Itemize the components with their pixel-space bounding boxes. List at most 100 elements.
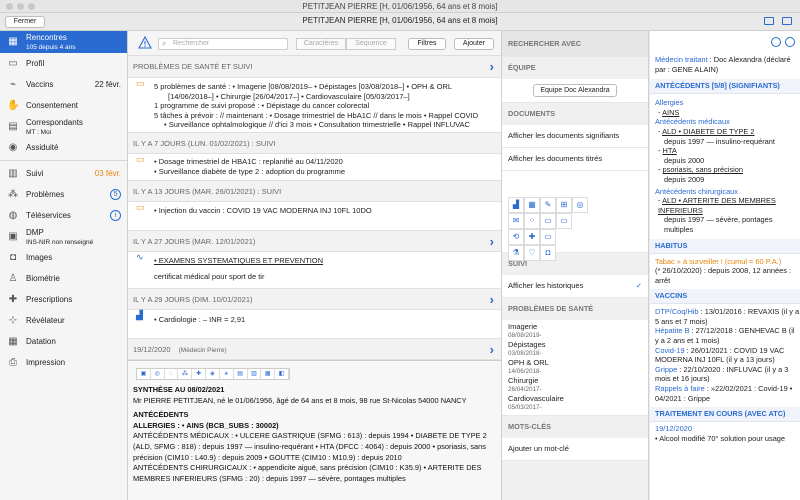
sidebar-item-suivi[interactable]: ▥ Suivi 03 févr. [0, 163, 127, 184]
warning-icon[interactable] [138, 36, 152, 49]
panel-left-icon[interactable] [764, 17, 774, 25]
problems-section-header[interactable]: PROBLÈMES DE SANTÉ ET SUIVI › [128, 56, 501, 78]
chevron-right-icon[interactable]: › [490, 56, 494, 78]
timeline-entry[interactable]: ▭ • Dosage trimestriel de HBA1C : replan… [128, 154, 501, 180]
antecedent-link[interactable]: psoriasis, sans précision [663, 165, 744, 174]
allergy-link[interactable]: AINS [662, 108, 679, 117]
subsection-label[interactable]: Antécédents chirurgicaux [650, 187, 800, 197]
doc-tool-icon[interactable]: ▦ [261, 369, 276, 379]
doc-tool-icon[interactable]: ◎ [151, 369, 165, 379]
glasses-icon[interactable]: ◎ [572, 197, 588, 213]
sidebar-item-problemes[interactable]: ⁂ Problèmes 5 [0, 184, 127, 205]
timeline-entry[interactable]: ▟ • Cardiologie : – INR = 2,91 [128, 310, 501, 338]
timeline-group-header[interactable]: 19/12/2020 (Médecin Pierre) › [128, 338, 501, 360]
tabac-alert[interactable]: Tabac » à surveiller ! (cumul = 60 P.A.) [650, 257, 800, 267]
timeline-entry[interactable]: ∿ • EXAMENS SYSTEMATIQUES ET PREVENTION … [128, 252, 501, 288]
chevron-right-icon[interactable]: › [490, 289, 494, 311]
sidebar-item-impression[interactable]: ⎙ Impression [0, 352, 127, 373]
zoom-window-icon[interactable] [28, 3, 35, 10]
treatment-date[interactable]: 19/12/2020 [650, 424, 800, 434]
minimize-window-icon[interactable] [17, 3, 24, 10]
entry-link[interactable]: • EXAMENS SYSTEMATIQUES ET PREVENTION [154, 256, 323, 265]
doc-tool-icon[interactable]: ◧ [275, 369, 289, 379]
sidebar-item-consentement[interactable]: ✋ Consentement [0, 95, 127, 116]
sidebar-item-vaccins[interactable]: ⌁ Vaccins 22 févr. [0, 74, 127, 95]
sidebar-item-profil[interactable]: ▭ Profil [0, 53, 127, 74]
problem-filter-item[interactable]: Imagerie 08/08/2019- [502, 322, 648, 340]
sidebar-item-datation[interactable]: ▦ Datation [0, 331, 127, 352]
doc-tool-icon[interactable]: ▤ [234, 369, 248, 379]
sync-icon[interactable]: ⟲ [508, 229, 524, 245]
historiques-option[interactable]: Afficher les historiques ✓ [502, 275, 648, 298]
search-input[interactable]: ⌕ Rechercher [158, 38, 288, 50]
doc-tool-icon[interactable]: ✚ [192, 369, 207, 379]
caracteres-toggle[interactable]: Caractères [296, 38, 346, 50]
chart-icon[interactable]: ▟ [508, 197, 524, 213]
subsection-label[interactable]: Antécédents médicaux [650, 117, 800, 127]
panel-right-icon[interactable] [782, 17, 792, 25]
problem-filter-item[interactable]: OPH & ORL 14/06/2018- [502, 358, 648, 376]
sidebar-item-assiduite[interactable]: ◉ Assiduité [0, 137, 127, 158]
camera-icon[interactable]: ◘ [540, 245, 556, 261]
problem-filter-item[interactable]: Cardiovasculaire 05/03/2017- [502, 394, 648, 412]
equipe-button[interactable]: Equipe Doc Alexandra [533, 84, 617, 97]
document-toolbar: ▣ ◎ ◌ ⁂ ✚ ◈ ⚹ ▤ ▥ ▦ ◧ [136, 368, 290, 380]
medecin-label[interactable]: Médecin traitant [655, 55, 708, 64]
sidebar-item-label: Images [26, 253, 53, 262]
doc-tool-icon[interactable]: ◌ [165, 369, 179, 379]
filtres-button[interactable]: Filtres [408, 38, 446, 50]
vaccine-label[interactable]: Covid-19 [655, 346, 685, 355]
doc-icon[interactable]: ▭ [540, 229, 556, 245]
doc-tool-icon[interactable]: ▣ [137, 369, 151, 379]
doc-tool-icon[interactable]: ⚹ [220, 369, 234, 379]
sidebar-item-images[interactable]: ◘ Images [0, 247, 127, 268]
apps-icon[interactable]: ⊞ [556, 197, 572, 213]
sidebar-item-biometrie[interactable]: ♙ Biométrie [0, 268, 127, 289]
sidebar-item-dmp[interactable]: ▣ DMP INS-NIR non renseigné [0, 226, 127, 247]
close-window-icon[interactable] [6, 3, 13, 10]
sidebar-item-teleservices[interactable]: ◍ Téléservices i [0, 205, 127, 226]
chevron-right-icon[interactable]: › [490, 231, 494, 253]
sidebar-item-rencontres[interactable]: ▦ Rencontres 105 depuis 4 ans [0, 31, 127, 53]
antecedent-link[interactable]: ALD • DIABETE DE TYPE 2 [662, 127, 754, 136]
timeline-group-header[interactable]: IL Y A 29 JOURS (DIM. 10/01/2021) › [128, 288, 501, 310]
cross-icon[interactable]: ✚ [524, 229, 540, 245]
timeline-group-header[interactable]: IL Y A 27 JOURS (MAR. 12/01/2021) › [128, 230, 501, 252]
folder-icon[interactable]: ▭ [556, 213, 572, 229]
sidebar-item-correspondants[interactable]: ▤ Correspondants MT : Moi [0, 116, 127, 137]
pills-icon[interactable]: ⁘ [524, 213, 540, 229]
doc-tool-icon[interactable]: ⁂ [178, 369, 193, 379]
sequence-toggle[interactable]: Séquence [346, 38, 396, 50]
chevron-down-icon[interactable] [785, 37, 795, 47]
chevron-right-icon[interactable]: › [490, 339, 494, 361]
vaccine-label[interactable]: Grippe [655, 365, 677, 374]
add-keyword-option[interactable]: Ajouter un mot-clé [502, 438, 648, 461]
problem-filter-item[interactable]: Dépistages 03/08/2018- [502, 340, 648, 358]
doc-tool-icon[interactable]: ▥ [248, 369, 262, 379]
antecedent-link[interactable]: HTA [663, 146, 677, 155]
problem-filter-item[interactable]: Chirurgie 26/04/2017- [502, 376, 648, 394]
doc-signifiants-option[interactable]: Afficher les documents signifiants [502, 125, 648, 148]
info-icon[interactable]: i [110, 210, 121, 221]
vaccine-label[interactable]: Rappels à faire [655, 384, 705, 393]
doc-tool-icon[interactable]: ◈ [206, 369, 220, 379]
sidebar-item-prescriptions[interactable]: ✚ Prescriptions [0, 289, 127, 310]
antecedent-link[interactable]: ALD • ARTERITE DES MEMBRES INFERIEURS [658, 196, 776, 215]
flask-icon[interactable]: ⚗ [508, 245, 524, 261]
subsection-label[interactable]: Allergies [650, 98, 800, 108]
pen-icon[interactable]: ✎ [540, 197, 556, 213]
ajouter-button[interactable]: Ajouter [454, 38, 494, 50]
doc-icon[interactable]: ▭ [540, 213, 556, 229]
grid-icon[interactable]: ▦ [524, 197, 540, 213]
vaccine-label[interactable]: Hépatite B [655, 326, 690, 335]
vaccine-label[interactable]: DTP/Coq/Hib [655, 307, 699, 316]
vaccine-row: Covid-19 : 26/01/2021 : COVID 19 VAC MOD… [650, 346, 800, 365]
doc-titres-option[interactable]: Afficher les documents titrés [502, 148, 648, 171]
window-controls[interactable] [6, 3, 35, 10]
heart-icon[interactable]: ♡ [524, 245, 540, 261]
sidebar-item-revelateur[interactable]: ⊹ Révélateur [0, 310, 127, 331]
gear-icon[interactable] [771, 37, 781, 47]
problems-entry[interactable]: ▭ 5 problèmes de santé : • Imagerie [08/… [128, 78, 501, 132]
timeline-entry[interactable]: ▭ • Injection du vaccin : COVID 19 VAC M… [128, 202, 501, 230]
envelope-icon[interactable]: ✉ [508, 213, 524, 229]
